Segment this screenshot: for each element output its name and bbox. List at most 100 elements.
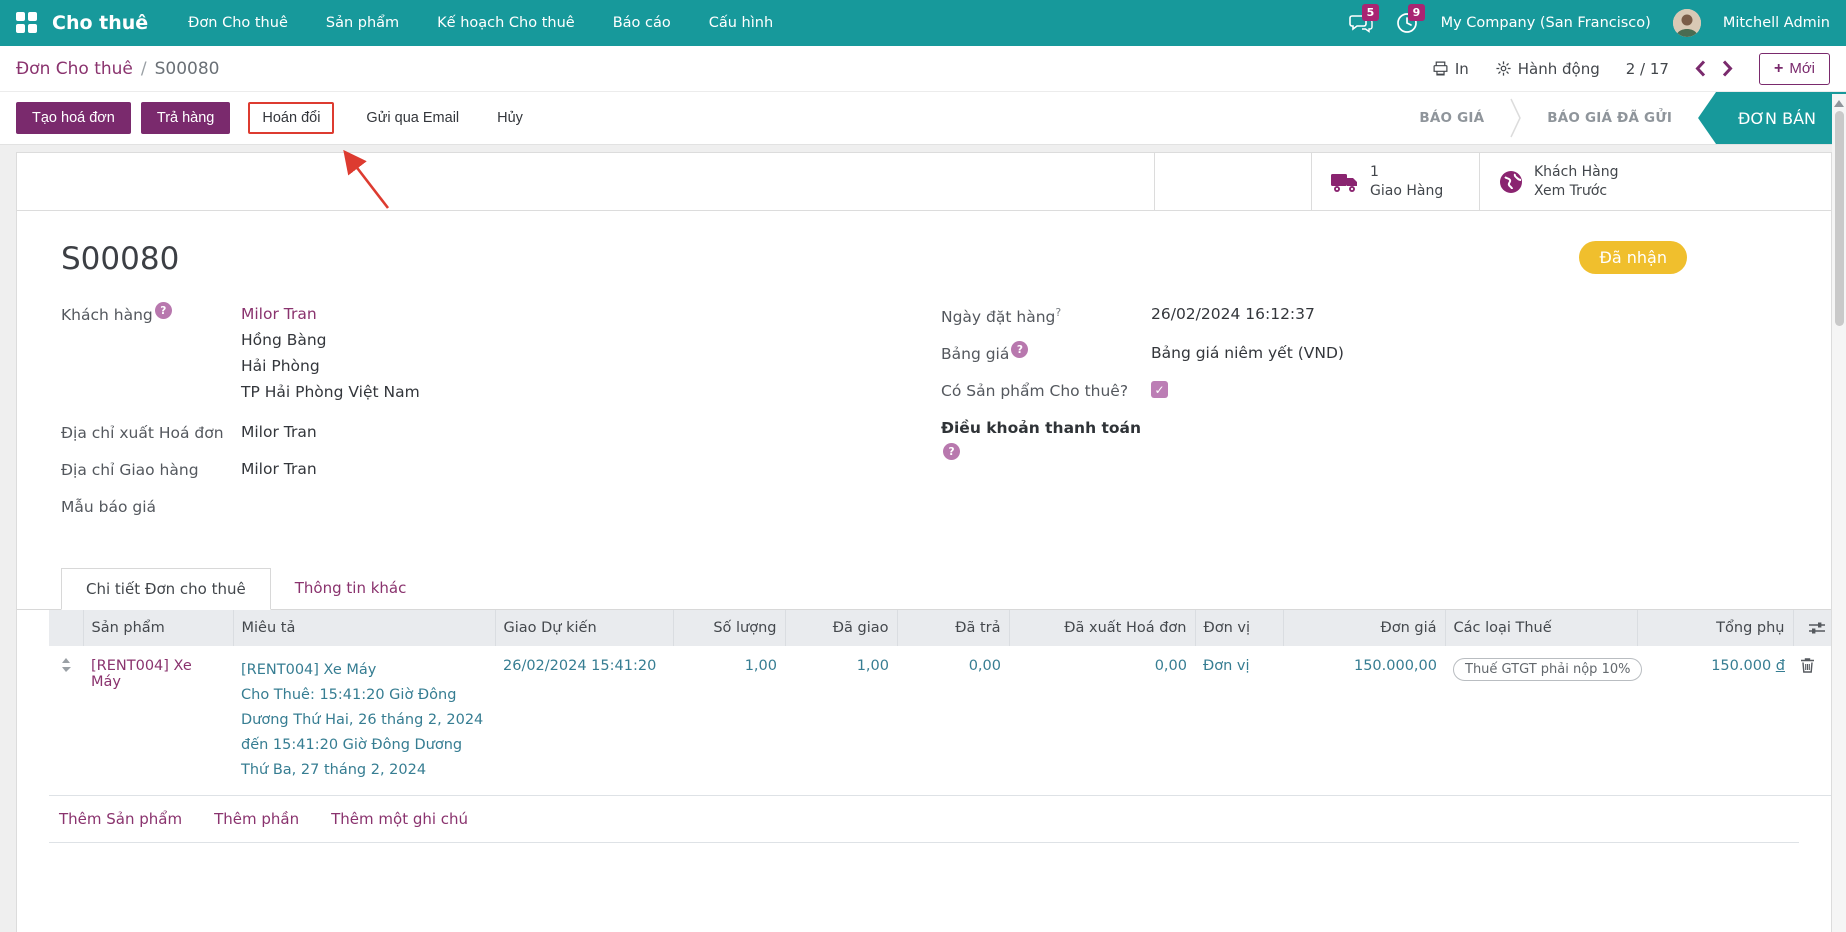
field-rental-product: Có Sản phẩm Cho thuê? ✓ xyxy=(941,381,1787,400)
customer-link[interactable]: Milor Tran xyxy=(241,305,317,323)
menu-rental-orders[interactable]: Đơn Cho thuê xyxy=(188,15,288,31)
activities-button[interactable]: 9 xyxy=(1395,11,1419,35)
payment-terms-label-text: Điều khoản thanh toán xyxy=(941,419,1141,437)
field-payment-terms: Điều khoản thanh toán ? xyxy=(941,418,1787,460)
col-product[interactable]: Sản phẩm xyxy=(83,610,233,646)
cell-delivered[interactable]: 1,00 xyxy=(785,646,897,796)
delete-line-button[interactable] xyxy=(1793,646,1832,796)
vertical-scrollbar[interactable] xyxy=(1832,94,1846,932)
scrollbar-thumb[interactable] xyxy=(1835,111,1844,326)
truck-icon xyxy=(1330,170,1360,194)
currency-symbol: đ xyxy=(1776,658,1785,674)
top-navbar: Cho thuê Đơn Cho thuê Sản phẩm Kế hoạch … xyxy=(0,0,1846,46)
cell-returned[interactable]: 0,00 xyxy=(897,646,1009,796)
field-customer: Khách hàng? Milor Tran Hồng Bàng Hải Phò… xyxy=(61,305,941,405)
return-button[interactable]: Trả hàng xyxy=(141,102,231,134)
product-link[interactable]: [RENT004] Xe Máy xyxy=(91,658,192,690)
menu-reporting[interactable]: Báo cáo xyxy=(613,15,671,31)
col-returned[interactable]: Đã trả xyxy=(897,610,1009,646)
delivery-smart-button-text: 1 Giao Hàng xyxy=(1370,163,1443,201)
control-panel-actions: In Hành động 2 / 17 + Mới xyxy=(1432,53,1830,85)
app-name[interactable]: Cho thuê xyxy=(52,12,148,34)
col-taxes[interactable]: Các loại Thuế xyxy=(1445,610,1637,646)
add-note-link[interactable]: Thêm một ghi chú xyxy=(331,810,468,828)
customer-address: Hồng Bàng Hải Phòng TP Hải Phòng Việt Na… xyxy=(241,327,420,405)
column-options-icon[interactable] xyxy=(1809,621,1825,635)
cell-product[interactable]: [RENT004] Xe Máy xyxy=(83,646,233,796)
cell-unit-price[interactable]: 150.000,00 xyxy=(1283,646,1445,796)
pricelist-value[interactable]: Bảng giá niêm yết (VND) xyxy=(1151,344,1344,363)
delivery-count: 1 xyxy=(1370,164,1379,180)
delivery-address-value[interactable]: Milor Tran xyxy=(241,460,317,479)
add-section-link[interactable]: Thêm phần xyxy=(214,810,299,828)
handle-column-header xyxy=(49,610,83,646)
messages-badge: 5 xyxy=(1362,4,1380,21)
col-invoiced[interactable]: Đã xuất Hoá đơn xyxy=(1009,610,1195,646)
stage-quotation[interactable]: BÁO GIÁ xyxy=(1393,92,1510,144)
col-description[interactable]: Miêu tả xyxy=(233,610,495,646)
tax-badge[interactable]: Thuế GTGT phải nộp 10% xyxy=(1453,658,1642,681)
col-scheduled-date[interactable]: Giao Dự kiến xyxy=(495,610,673,646)
new-record-button[interactable]: + Mới xyxy=(1759,53,1830,85)
col-subtotal[interactable]: Tổng phụ xyxy=(1637,610,1793,646)
menu-products[interactable]: Sản phẩm xyxy=(326,15,399,31)
help-icon[interactable]: ? xyxy=(943,443,960,460)
breadcrumb-parent[interactable]: Đơn Cho thuê xyxy=(16,59,133,79)
subtotal-amount: 150.000 xyxy=(1711,658,1771,674)
print-button[interactable]: In xyxy=(1432,60,1469,78)
customer-preview-smart-button[interactable]: Khách Hàng Xem Trước xyxy=(1479,153,1831,210)
user-menu[interactable]: Mitchell Admin xyxy=(1723,15,1830,31)
pager-previous-button[interactable] xyxy=(1695,60,1706,77)
create-invoice-button[interactable]: Tạo hoá đơn xyxy=(16,102,131,134)
order-title: S00080 xyxy=(61,241,179,277)
delivery-smart-button[interactable]: 1 Giao Hàng xyxy=(1311,153,1479,210)
tab-order-details[interactable]: Chi tiết Đơn cho thuê xyxy=(61,568,271,610)
pricelist-label-text: Bảng giá xyxy=(941,345,1009,363)
cell-scheduled-date[interactable]: 26/02/2024 15:41:20 xyxy=(495,646,673,796)
col-uom[interactable]: Đơn vị xyxy=(1195,610,1283,646)
company-switcher[interactable]: My Company (San Francisco) xyxy=(1441,15,1651,31)
cell-quantity[interactable]: 1,00 xyxy=(673,646,785,796)
col-delivered[interactable]: Đã giao xyxy=(785,610,897,646)
cancel-button[interactable]: Hủy xyxy=(483,102,537,134)
help-icon[interactable]: ? xyxy=(1011,341,1028,358)
form-sheet: 1 Giao Hàng Khách Hàng Xem Trước S00080 Đ… xyxy=(16,152,1832,932)
grid-square xyxy=(28,12,37,21)
quotation-template-label: Mẫu báo giá xyxy=(61,497,241,516)
globe-icon xyxy=(1498,169,1524,195)
pricelist-label: Bảng giá? xyxy=(941,344,1151,363)
drag-handle[interactable] xyxy=(49,646,83,796)
order-lines-table-wrap: Sản phẩm Miêu tả Giao Dự kiến Số lượng Đ… xyxy=(17,610,1831,843)
order-date-value[interactable]: 26/02/2024 16:12:37 xyxy=(1151,305,1315,326)
rental-product-label: Có Sản phẩm Cho thuê? xyxy=(941,381,1151,400)
help-icon[interactable]: ? xyxy=(155,302,172,319)
action-menu-button[interactable]: Hành động xyxy=(1495,60,1600,78)
stage-sales-order[interactable]: ĐƠN BÁN xyxy=(1698,92,1846,144)
menu-rental-schedule[interactable]: Kế hoạch Cho thuê xyxy=(437,15,575,31)
col-unit-price[interactable]: Đơn giá xyxy=(1283,610,1445,646)
col-quantity[interactable]: Số lượng xyxy=(673,610,785,646)
trash-icon xyxy=(1801,658,1814,673)
stage-quotation-sent[interactable]: BÁO GIÁ ĐÃ GỬI xyxy=(1521,92,1698,144)
pager-next-button[interactable] xyxy=(1722,60,1733,77)
order-lines-table: Sản phẩm Miêu tả Giao Dự kiến Số lượng Đ… xyxy=(49,610,1832,796)
invoice-address-value[interactable]: Milor Tran xyxy=(241,423,317,442)
menu-configuration[interactable]: Cấu hình xyxy=(709,15,773,31)
cell-uom[interactable]: Đơn vị xyxy=(1195,646,1283,796)
pager-counter: 2 / 17 xyxy=(1626,60,1669,78)
add-product-link[interactable]: Thêm Sản phẩm xyxy=(59,810,182,828)
cell-description[interactable]: [RENT004] Xe Máy Cho Thuê: 15:41:20 Giờ … xyxy=(233,646,495,796)
delivery-label: Giao Hàng xyxy=(1370,183,1443,199)
send-email-button[interactable]: Gửi qua Email xyxy=(352,102,473,134)
scrollbar-up-arrow[interactable] xyxy=(1834,100,1844,107)
breadcrumb-current: S00080 xyxy=(155,59,220,79)
messages-button[interactable]: 5 xyxy=(1349,11,1373,35)
tab-other-info[interactable]: Thông tin khác xyxy=(271,568,431,609)
rental-product-checkbox[interactable]: ✓ xyxy=(1151,381,1168,398)
cell-invoiced[interactable]: 0,00 xyxy=(1009,646,1195,796)
avatar[interactable] xyxy=(1673,9,1701,37)
apps-menu-icon[interactable] xyxy=(16,12,38,34)
swap-button[interactable]: Hoán đổi xyxy=(248,102,334,134)
field-pricelist: Bảng giá? Bảng giá niêm yết (VND) xyxy=(941,344,1787,363)
customer-value: Milor Tran Hồng Bàng Hải Phòng TP Hải Ph… xyxy=(241,305,420,405)
